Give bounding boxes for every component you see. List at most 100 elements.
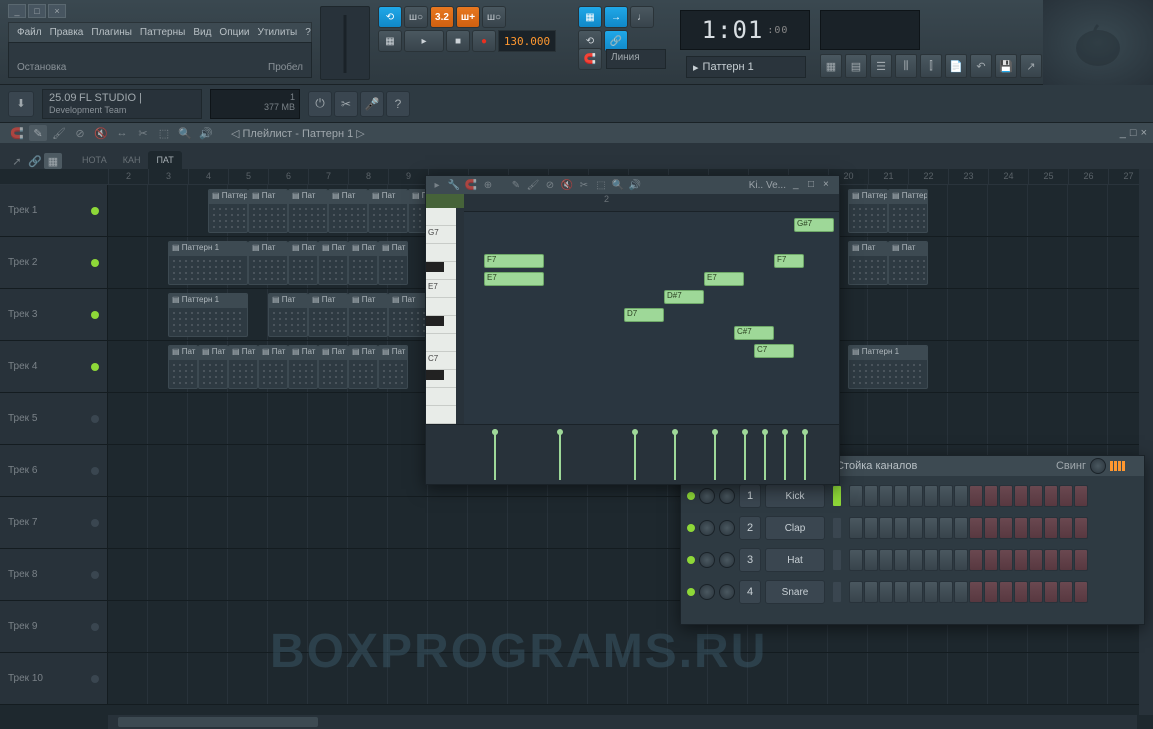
pr-pencil-icon[interactable]: ✎: [509, 178, 523, 192]
mixer-button[interactable]: ⫼: [895, 54, 917, 78]
step-button[interactable]: [1029, 581, 1043, 603]
step-button[interactable]: [924, 549, 938, 571]
pattern-clip[interactable]: ▤ Пат: [288, 241, 318, 285]
loop-rec-button[interactable]: ш○: [482, 6, 506, 28]
channel-number[interactable]: 3: [739, 548, 761, 572]
midi-note[interactable]: C7: [754, 344, 794, 358]
track-header[interactable]: Трек 8: [0, 549, 108, 600]
piano-roll-grid[interactable]: 2 F7E7D7D#7E7C#7C7F7G#7: [464, 194, 839, 424]
piano-keys[interactable]: G7F7E7D7C7B6: [426, 208, 456, 424]
pr-wrench-icon[interactable]: 🔧: [447, 178, 461, 192]
step-button[interactable]: [999, 549, 1013, 571]
track-mute-led[interactable]: [91, 415, 99, 423]
pattern-clip[interactable]: ▤ Пат: [378, 241, 408, 285]
step-button[interactable]: [954, 485, 968, 507]
step-button[interactable]: [909, 517, 923, 539]
metronome-vol-button[interactable]: ♩: [630, 6, 654, 28]
step-button[interactable]: [954, 549, 968, 571]
mute-tool-icon[interactable]: 🔇: [92, 125, 110, 141]
step-edit-button[interactable]: →: [604, 6, 628, 28]
channel-name-button[interactable]: Hat: [765, 548, 825, 572]
pattern-clip[interactable]: ▤ Пат: [348, 293, 388, 337]
playlist-min-icon[interactable]: _: [1120, 127, 1126, 139]
track-lane[interactable]: [108, 653, 1153, 704]
pattern-clip[interactable]: ▤ Паттерн 1: [208, 189, 248, 233]
step-button[interactable]: [984, 549, 998, 571]
snap-icon[interactable]: 🧲: [578, 48, 602, 70]
step-button[interactable]: [864, 581, 878, 603]
pr-slice-icon[interactable]: ✂: [577, 178, 591, 192]
step-button[interactable]: [939, 549, 953, 571]
playlist-close-icon[interactable]: ×: [1141, 127, 1147, 139]
step-button[interactable]: [954, 517, 968, 539]
minimize-button[interactable]: _: [8, 4, 26, 18]
pattern-clip[interactable]: ▤ Пат: [268, 293, 308, 337]
pan-knob[interactable]: [699, 520, 715, 536]
pattern-clip[interactable]: ▤ Пат: [288, 345, 318, 389]
pr-brush-icon[interactable]: 🖌: [526, 178, 540, 192]
step-button[interactable]: [894, 517, 908, 539]
step-button[interactable]: [969, 581, 983, 603]
piano-roll-button[interactable]: ▤: [845, 54, 867, 78]
pattern-clip[interactable]: ▤ Пат: [308, 293, 348, 337]
step-button[interactable]: [894, 549, 908, 571]
track-header[interactable]: Трек 4: [0, 341, 108, 392]
step-button[interactable]: [1059, 485, 1073, 507]
step-button[interactable]: [1074, 485, 1088, 507]
menu-options[interactable]: Опции: [215, 25, 253, 40]
play-button[interactable]: ▸: [404, 30, 444, 52]
pr-min-icon[interactable]: _: [793, 179, 805, 191]
vol-knob[interactable]: [719, 488, 735, 504]
pan-knob[interactable]: [699, 584, 715, 600]
tab-channel[interactable]: КАН: [115, 151, 149, 169]
step-button[interactable]: [939, 581, 953, 603]
slip-tool-icon[interactable]: ↔: [113, 125, 131, 141]
track-mute-led[interactable]: [91, 363, 99, 371]
step-button[interactable]: [864, 517, 878, 539]
pattern-clip[interactable]: ▤ Пат: [248, 189, 288, 233]
pattern-clip[interactable]: ▤ Паттерн 1: [168, 293, 248, 337]
vertical-scrollbar[interactable]: [1139, 169, 1153, 715]
brush-tool-icon[interactable]: 🖌: [50, 125, 68, 141]
step-button[interactable]: [969, 485, 983, 507]
pattern-clip[interactable]: ▤ Пат: [258, 345, 288, 389]
pr-max-icon[interactable]: □: [808, 179, 820, 191]
step-button[interactable]: [939, 517, 953, 539]
render-button[interactable]: ↗: [1020, 54, 1042, 78]
countdown-button[interactable]: 3.2: [430, 6, 454, 28]
swing-knob[interactable]: [1090, 458, 1106, 474]
step-button[interactable]: [879, 485, 893, 507]
track-mute-led[interactable]: [91, 571, 99, 579]
pattern-clip[interactable]: ▤ Пат: [368, 189, 408, 233]
step-button[interactable]: [1074, 549, 1088, 571]
menu-edit[interactable]: Правка: [46, 25, 88, 40]
pattern-clip[interactable]: ▤ Пат: [198, 345, 228, 389]
pr-close-icon[interactable]: ×: [823, 179, 835, 191]
mic-icon[interactable]: 🎤: [360, 91, 384, 117]
channel-led[interactable]: [687, 524, 695, 532]
pattern-clip[interactable]: ▤ Паттерн 1: [848, 189, 888, 233]
master-volume-slider[interactable]: [320, 6, 370, 80]
track-header[interactable]: Трек 10: [0, 653, 108, 704]
velocity-bar[interactable]: [674, 432, 676, 480]
tempo-tap-button[interactable]: 📄: [945, 54, 967, 78]
metronome-button[interactable]: ⟲: [378, 6, 402, 28]
pattern-clip[interactable]: ▤ Пат: [318, 241, 348, 285]
pattern-clip[interactable]: ▤ Пат: [348, 241, 378, 285]
pr-timeline[interactable]: 2: [464, 194, 839, 212]
track-header[interactable]: Трек 2: [0, 237, 108, 288]
zoom-tool-icon[interactable]: 🔍: [176, 125, 194, 141]
channel-name-button[interactable]: Clap: [765, 516, 825, 540]
channel-rack-button[interactable]: ☰: [870, 54, 892, 78]
track-mute-led[interactable]: [91, 623, 99, 631]
velocity-bar[interactable]: [634, 432, 636, 480]
step-button[interactable]: [1014, 485, 1028, 507]
channel-number[interactable]: 4: [739, 580, 761, 604]
pattern-clip[interactable]: ▤ Паттерн 1: [888, 189, 928, 233]
step-button[interactable]: [894, 581, 908, 603]
pattern-clip[interactable]: ▤ Паттерн 1: [168, 241, 248, 285]
step-button[interactable]: [879, 581, 893, 603]
step-button[interactable]: [1059, 549, 1073, 571]
close-button[interactable]: ×: [48, 4, 66, 18]
snap-select[interactable]: Линия: [606, 49, 666, 69]
